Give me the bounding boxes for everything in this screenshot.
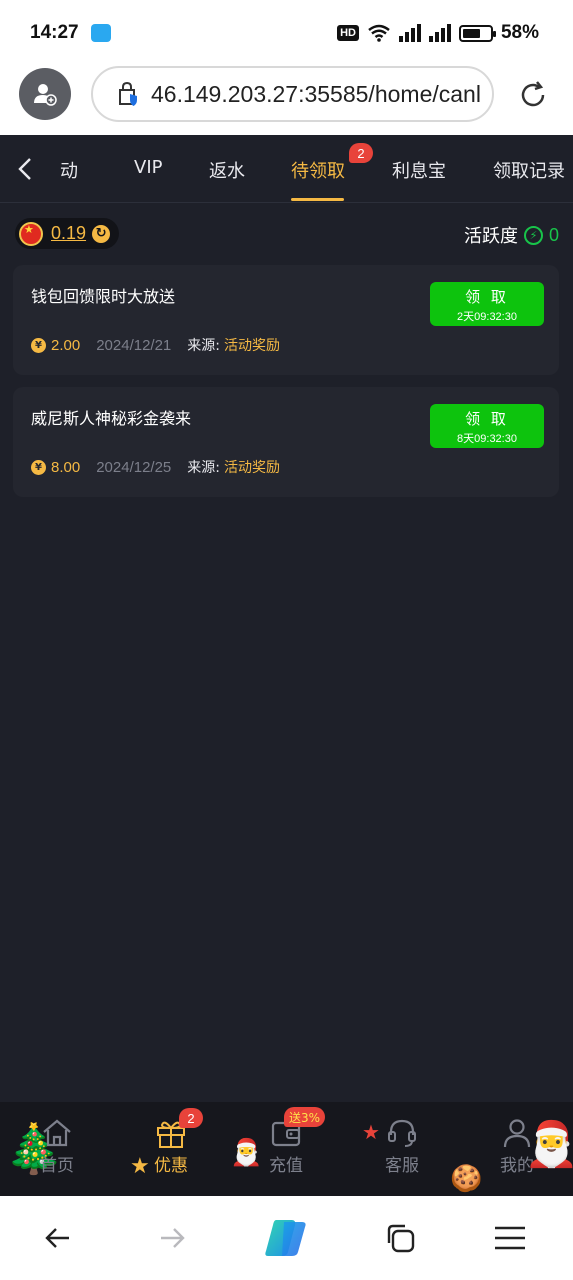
status-indicators: HD 58% [337,22,539,44]
bottom-nav: 🎄 首页 ★ 优惠 2 🎅 充值 送3% ★ 客服 🍪 我的 🎅 [0,1102,573,1196]
hd-icon: HD [337,25,359,41]
source-value: 活动奖励 [224,460,280,476]
santa-icon: 🎅 [524,1119,573,1170]
tab-activity[interactable]: 动 [60,157,78,183]
nav-home[interactable]: 首页 [17,1116,97,1176]
nav-deposit-label: 充值 [269,1156,303,1176]
battery-percent: 58% [500,22,539,43]
browser-nav-bar [0,1196,573,1280]
reload-icon [521,81,545,107]
reward-meta: ¥ 2.00 2024/12/21 来源: 活动奖励 [31,335,280,355]
arrow-left-icon [45,1228,69,1248]
copilot-button[interactable] [262,1214,310,1262]
tab-pending[interactable]: 待领取 [291,157,345,183]
tab-rebate[interactable]: 返水 [209,157,245,183]
tab-interest[interactable]: 利息宝 [392,157,446,183]
app-notification-icon [91,24,111,42]
pending-count-badge: 2 [349,143,373,163]
source-value: 活动奖励 [224,338,280,354]
refresh-balance-icon[interactable]: ↻ [92,224,111,243]
category-tabs: 动 VIP 返水 待领取 利息宝 领取记录 [0,135,573,203]
status-bar: 14:27 HD 58% [0,0,573,66]
hamburger-menu-icon [495,1226,525,1250]
url-field[interactable]: 46.149.203.27:35585/home/canl [91,66,494,122]
source-label: 来源: [187,460,220,476]
claim-label: 领 取 [465,410,509,428]
reward-card: 钱包回馈限时大放送 领 取 2天09:32:30 ¥ 2.00 2024/12/… [13,265,559,375]
forward-button[interactable] [148,1214,196,1262]
status-time: 14:27 [30,22,79,43]
nav-home-label: 首页 [40,1156,74,1176]
source-label: 来源: [187,338,220,354]
nav-service[interactable]: 客服 [362,1116,442,1176]
tabs-button[interactable] [376,1214,424,1262]
profile-button[interactable] [19,68,71,120]
active-tab-indicator [291,198,344,201]
reward-amount: 2.00 [51,336,81,354]
claim-label: 领 取 [465,288,509,306]
nav-deposit[interactable]: 充值 送3% [246,1107,326,1176]
reward-title: 威尼斯人神秘彩金袭来 [31,409,192,428]
menu-button[interactable] [486,1214,534,1262]
signal-5g-icon [398,24,421,42]
copilot-icon [265,1220,306,1256]
balance-value: 0.19 [51,223,87,243]
arrow-right-icon [161,1228,185,1248]
headset-icon [384,1116,420,1150]
nav-service-label: 客服 [385,1156,419,1176]
claim-button[interactable]: 领 取 8天09:32:30 [430,404,544,448]
reward-title: 钱包回馈限时大放送 [31,287,176,306]
claim-countdown: 8天09:32:30 [457,433,517,445]
home-icon [39,1116,75,1150]
china-flag-icon [19,221,43,246]
back-button[interactable] [34,1214,82,1262]
activity-indicator: 活跃度 ⚡ 0 [464,222,559,248]
activity-value: 0 [548,224,559,245]
add-user-icon [34,84,57,106]
balance-pill[interactable]: 0.19 ↻ [15,218,119,249]
back-chevron-icon[interactable] [14,155,38,183]
claim-button[interactable]: 领 取 2天09:32:30 [430,282,544,326]
activity-label: 活跃度 [463,226,518,247]
tab-claim-history[interactable]: 领取记录 [493,157,565,183]
tab-vip[interactable]: VIP [134,157,162,178]
nav-offers-label: 优惠 [154,1156,188,1176]
tabs-icon [387,1224,415,1253]
wifi-icon [368,24,390,42]
reward-meta: ¥ 8.00 2024/12/25 来源: 活动奖励 [31,457,280,477]
nav-offers[interactable]: 优惠 2 [131,1108,211,1176]
yuan-coin-icon: ¥ [31,337,46,353]
claim-countdown: 2天09:32:30 [457,311,517,323]
yuan-coin-icon: ¥ [31,459,46,475]
signal-4g-icon [428,24,451,42]
lightning-icon: ⚡ [523,225,543,245]
reward-amount: 8.00 [51,458,81,476]
reward-card: 威尼斯人神秘彩金袭来 领 取 8天09:32:30 ¥ 8.00 2024/12… [13,387,559,497]
site-security-icon [119,81,137,106]
reload-button[interactable] [512,74,554,116]
url-text: 46.149.203.27:35585/home/canl [151,80,481,107]
reward-date: 2024/12/21 [96,336,172,354]
battery-icon [458,24,496,42]
browser-toolbar: 46.149.203.27:35585/home/canl [0,66,573,135]
deposit-promo-badge: 送3% [284,1107,326,1127]
reward-date: 2024/12/25 [96,458,172,476]
offers-count-badge: 2 [179,1108,203,1128]
